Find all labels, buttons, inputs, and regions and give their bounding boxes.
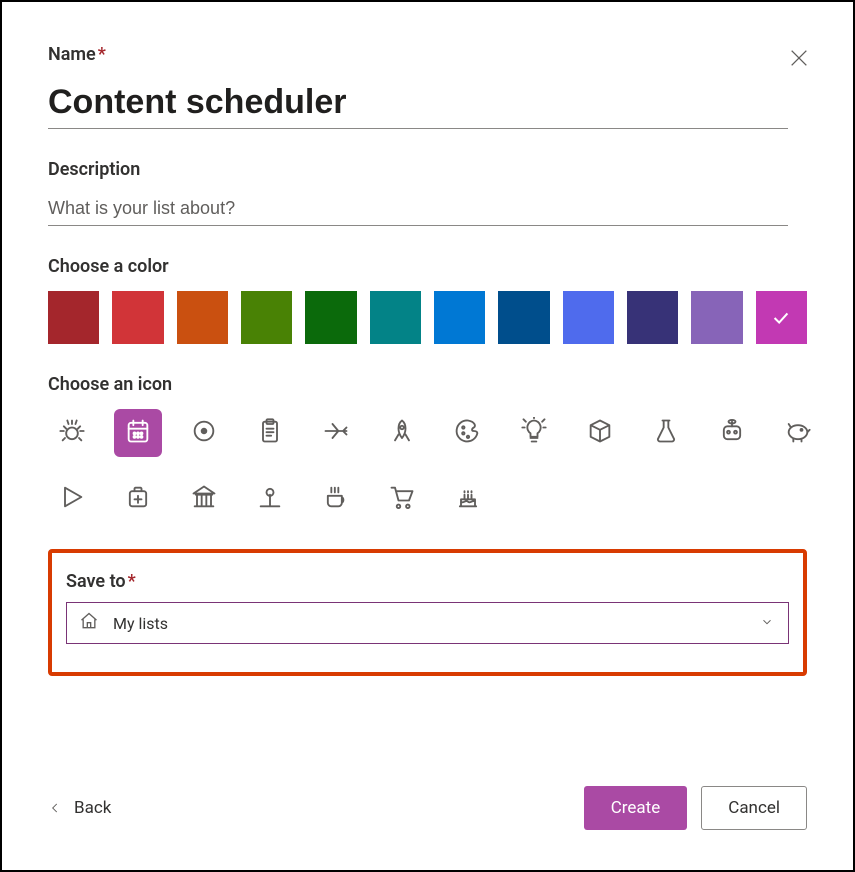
rocket-icon (388, 417, 416, 449)
cart-icon (388, 483, 416, 515)
color-swatch-dark-green[interactable] (305, 291, 356, 344)
icon-option-map-pin[interactable] (246, 475, 294, 523)
choose-icon-label: Choose an icon (48, 374, 807, 395)
icon-option-palette[interactable] (444, 409, 492, 457)
name-input[interactable] (48, 73, 788, 129)
chevron-down-icon (760, 614, 774, 633)
chevron-left-icon (48, 801, 62, 815)
icon-option-cake[interactable] (444, 475, 492, 523)
icon-option-rocket[interactable] (378, 409, 426, 457)
description-input[interactable] (48, 188, 788, 226)
create-button[interactable]: Create (584, 786, 688, 830)
icon-option-robot[interactable] (708, 409, 756, 457)
map-pin-icon (256, 483, 284, 515)
clipboard-icon (256, 417, 284, 449)
color-swatch-pink[interactable] (756, 291, 807, 344)
color-swatch-red[interactable] (112, 291, 163, 344)
color-swatch-purple[interactable] (691, 291, 742, 344)
color-swatch-dark-blue[interactable] (498, 291, 549, 344)
icon-option-calendar[interactable] (114, 409, 162, 457)
icon-grid (48, 409, 828, 523)
palette-icon (454, 417, 482, 449)
description-label: Description (48, 159, 807, 180)
icon-option-lightbulb[interactable] (510, 409, 558, 457)
dialog-footer: Back Create Cancel (48, 786, 807, 830)
cancel-button[interactable]: Cancel (701, 786, 807, 830)
color-swatch-teal[interactable] (370, 291, 421, 344)
choose-color-label: Choose a color (48, 256, 807, 277)
airplane-icon (322, 417, 350, 449)
close-button[interactable] (785, 44, 813, 72)
icon-option-target[interactable] (180, 409, 228, 457)
bug-icon (58, 417, 86, 449)
icon-option-piggy-bank[interactable] (774, 409, 822, 457)
color-swatch-dark-red[interactable] (48, 291, 99, 344)
coffee-icon (322, 483, 350, 515)
beaker-icon (652, 417, 680, 449)
piggy-bank-icon (784, 417, 812, 449)
name-label: Name* (48, 44, 807, 65)
icon-option-clipboard[interactable] (246, 409, 294, 457)
cake-icon (454, 483, 482, 515)
icon-option-bank[interactable] (180, 475, 228, 523)
color-swatch-indigo[interactable] (563, 291, 614, 344)
icon-option-beaker[interactable] (642, 409, 690, 457)
color-swatch-row (48, 291, 807, 344)
color-swatch-green[interactable] (241, 291, 292, 344)
icon-option-play[interactable] (48, 475, 96, 523)
save-to-highlight: Save to* My lists (48, 549, 807, 676)
target-icon (190, 417, 218, 449)
color-swatch-navy[interactable] (627, 291, 678, 344)
icon-option-airplane[interactable] (312, 409, 360, 457)
icon-option-cart[interactable] (378, 475, 426, 523)
cube-icon (586, 417, 614, 449)
create-list-dialog: Name* Description Choose a color Choose … (0, 0, 855, 872)
medical-icon (124, 483, 152, 515)
icon-option-coffee[interactable] (312, 475, 360, 523)
icon-option-cube[interactable] (576, 409, 624, 457)
back-button[interactable]: Back (48, 798, 111, 818)
icon-option-medical[interactable] (114, 475, 162, 523)
color-swatch-orange[interactable] (177, 291, 228, 344)
bank-icon (190, 483, 218, 515)
icon-option-bug[interactable] (48, 409, 96, 457)
lightbulb-icon (520, 417, 548, 449)
save-to-dropdown[interactable]: My lists (66, 602, 789, 644)
color-swatch-blue[interactable] (434, 291, 485, 344)
robot-icon (718, 417, 746, 449)
home-icon (79, 611, 99, 635)
play-icon (58, 483, 86, 515)
save-to-label: Save to* (66, 571, 789, 592)
calendar-icon (124, 417, 152, 449)
close-icon (788, 47, 810, 69)
save-to-value: My lists (113, 614, 168, 633)
